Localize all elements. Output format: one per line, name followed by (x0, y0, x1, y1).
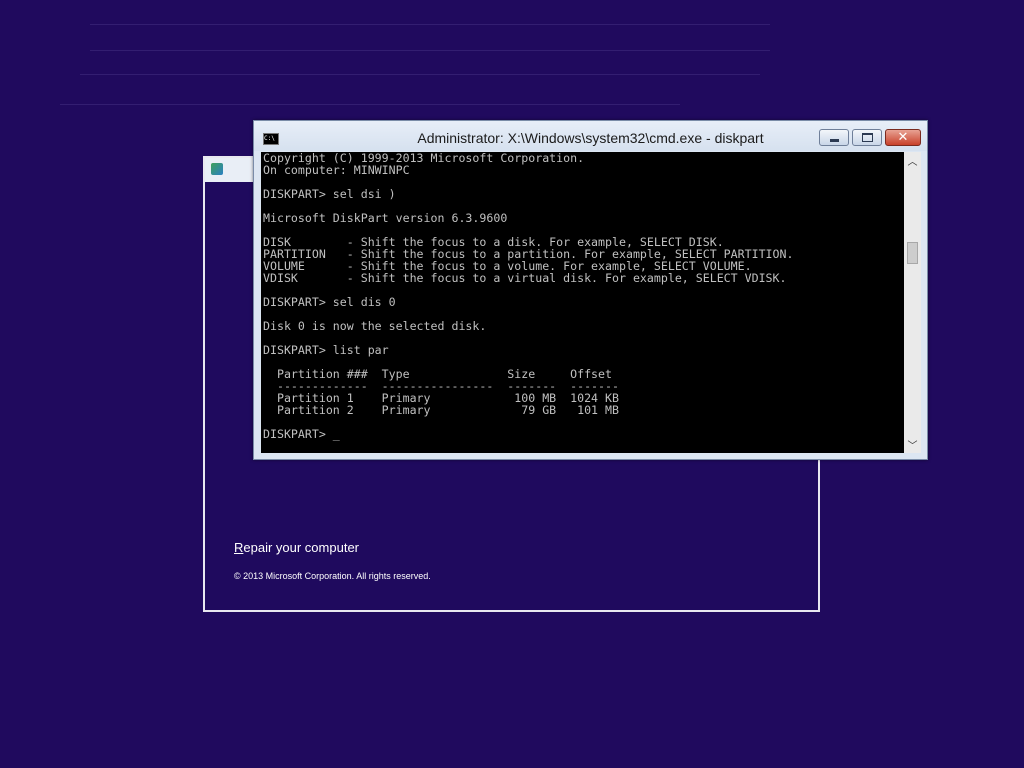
console-line: Microsoft DiskPart version 6.3.9600 (263, 211, 508, 225)
minimize-button[interactable] (819, 129, 849, 146)
minimize-icon (829, 138, 839, 142)
background-artifact (90, 24, 770, 25)
cmd-window[interactable]: C:\ Administrator: X:\Windows\system32\c… (253, 120, 928, 460)
console-line: Disk 0 is now the selected disk. (263, 319, 487, 333)
vertical-scrollbar[interactable]: ︿ ﹀ (904, 152, 921, 453)
setup-titlebar (205, 158, 255, 182)
repair-link-accelerator: R (234, 540, 244, 555)
close-button[interactable]: ✕ (885, 129, 921, 146)
desktop-background: Repair your computer © 2013 Microsoft Co… (0, 0, 1024, 768)
maximize-button[interactable] (852, 129, 882, 146)
console-text: Copyright (C) 1999-2013 Microsoft Corpor… (261, 152, 904, 440)
background-artifact (90, 50, 770, 51)
copyright-text: © 2013 Microsoft Corporation. All rights… (234, 571, 431, 581)
repair-your-computer-link[interactable]: Repair your computer (234, 540, 359, 555)
console-line: DISKPART> sel dsi ) (263, 187, 396, 201)
scroll-down-button[interactable]: ﹀ (904, 436, 921, 453)
chevron-up-icon: ︿ (907, 157, 918, 168)
console-line: DISKPART> list par (263, 343, 389, 357)
console-line: DISKPART> sel dis 0 (263, 295, 396, 309)
cmd-titlebar[interactable]: C:\ Administrator: X:\Windows\system32\c… (254, 121, 927, 151)
console-line: On computer: MINWINPC (263, 163, 410, 177)
background-artifact (80, 74, 760, 75)
console-line: DISKPART> _ (263, 427, 340, 441)
scrollbar-thumb[interactable] (907, 242, 918, 264)
console-line: Partition 2 Primary 79 GB 101 MB (263, 403, 619, 417)
scroll-up-button[interactable]: ︿ (904, 152, 921, 169)
maximize-icon (861, 133, 873, 142)
chevron-down-icon: ﹀ (907, 441, 918, 452)
console-line: VDISK - Shift the focus to a virtual dis… (263, 271, 787, 285)
setup-app-icon (211, 163, 223, 175)
console-output[interactable]: Copyright (C) 1999-2013 Microsoft Corpor… (261, 152, 904, 453)
background-artifact (60, 104, 680, 105)
repair-link-label: epair your computer (243, 540, 360, 555)
close-icon: ✕ (897, 130, 909, 145)
